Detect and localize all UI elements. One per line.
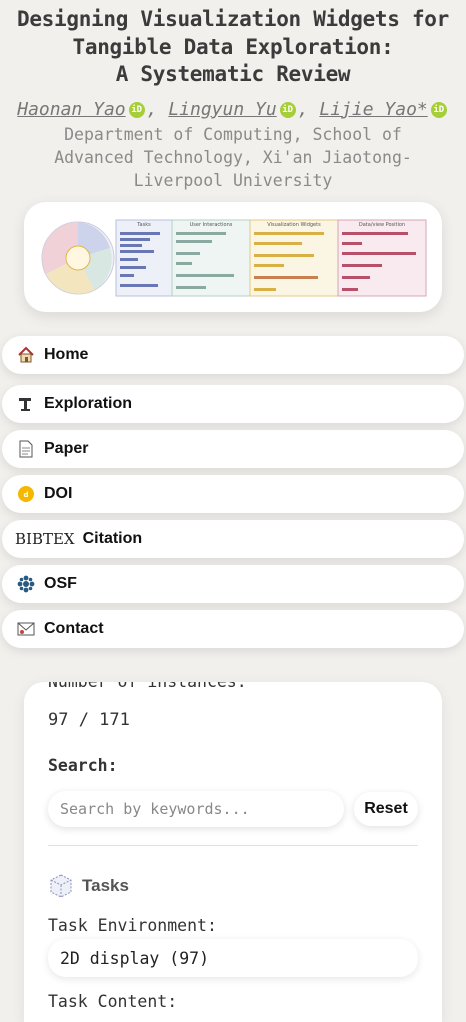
teaser-bar xyxy=(342,276,370,279)
paper-title: Designing Visualization Widgets for Tang… xyxy=(0,6,466,89)
teaser-bar xyxy=(342,232,408,235)
teaser-figure: Tasks User Interactions Visualization Wi… xyxy=(41,219,427,297)
teaser-center xyxy=(65,245,91,271)
affiliation-line-2: Advanced Technology, Xi'an Jiaotong- xyxy=(54,147,412,167)
tasks-section-title: Tasks xyxy=(48,873,129,899)
teaser-bar xyxy=(254,254,314,257)
instances-label: Number of instances: xyxy=(48,682,247,691)
section-divider xyxy=(48,845,418,846)
teaser-bar xyxy=(342,252,416,255)
title-line-1: Designing Visualization Widgets for xyxy=(16,7,449,31)
teaser-col-widgets xyxy=(249,219,339,297)
author-link-lijie-yao[interactable]: Lijie Yao* xyxy=(319,99,427,120)
nav-item-label: Exploration xyxy=(44,395,133,412)
orcid-icon[interactable]: iD xyxy=(279,101,296,118)
teaser-bar xyxy=(176,286,206,289)
osf-icon xyxy=(15,573,37,595)
teaser-bar xyxy=(254,276,318,279)
teaser-col-position xyxy=(337,219,427,297)
teaser-bar xyxy=(254,242,302,245)
teaser-col-label: User Interactions xyxy=(190,222,233,228)
affiliation-line-3: Liverpool University xyxy=(133,170,333,190)
nav-item-doi[interactable]: d DOI xyxy=(2,475,464,513)
instances-count: 97 / 171 xyxy=(48,710,130,730)
tasks-title-text: Tasks xyxy=(82,876,129,895)
cube-icon xyxy=(48,873,74,899)
nav-item-label: OSF xyxy=(44,575,77,592)
teaser-bar xyxy=(120,250,154,253)
search-label: Search: xyxy=(48,756,118,775)
teaser-figure-card[interactable]: Tasks User Interactions Visualization Wi… xyxy=(24,202,442,312)
teaser-bar xyxy=(254,264,284,267)
teaser-bar xyxy=(120,244,142,247)
affiliation-line-1: Department of Computing, School of xyxy=(64,124,402,144)
microscope-icon xyxy=(15,393,37,415)
teaser-bar xyxy=(176,252,200,255)
document-icon xyxy=(15,438,37,460)
author-separator: , xyxy=(297,98,309,120)
teaser-col-label: Data/view Position xyxy=(359,222,405,228)
title-line-3: A Systematic Review xyxy=(115,62,351,86)
teaser-bar xyxy=(176,262,192,265)
teaser-bar xyxy=(120,266,146,269)
task-environment-label: Task Environment: xyxy=(48,916,217,935)
teaser-bar xyxy=(120,284,158,287)
bibtex-icon: BIBTEX xyxy=(15,530,75,548)
nav-item-paper[interactable]: Paper xyxy=(2,430,464,468)
nav-item-label: Citation xyxy=(82,530,143,547)
doi-icon: d xyxy=(15,483,37,505)
nav-item-label: Home xyxy=(44,346,89,363)
teaser-bar xyxy=(176,274,234,277)
mail-icon xyxy=(15,618,37,640)
nav-item-home[interactable]: Home xyxy=(2,336,464,374)
teaser-bar xyxy=(176,240,212,243)
teaser-col-label: Visualization Widgets xyxy=(267,222,321,228)
author-separator: , xyxy=(146,98,158,120)
search-input[interactable] xyxy=(48,791,344,827)
exploration-panel: Number of instances: 97 / 171 Search: Re… xyxy=(24,682,442,1022)
teaser-bar xyxy=(254,232,324,235)
nav-item-exploration[interactable]: Exploration xyxy=(2,385,464,423)
orcid-icon[interactable]: iD xyxy=(430,101,447,118)
teaser-bar xyxy=(120,238,150,241)
affiliation: Department of Computing, School of Advan… xyxy=(0,123,466,192)
nav-item-osf[interactable]: OSF xyxy=(2,565,464,603)
teaser-bar xyxy=(120,258,138,261)
house-icon xyxy=(15,344,37,366)
teaser-bar xyxy=(176,232,226,235)
nav-item-label: Contact xyxy=(44,620,104,637)
nav-item-contact[interactable]: Contact xyxy=(2,610,464,648)
teaser-bar xyxy=(342,288,358,291)
reset-button[interactable]: Reset xyxy=(354,792,418,826)
author-link-haonan-yao[interactable]: Haonan Yao xyxy=(17,99,125,120)
teaser-bar xyxy=(342,242,362,245)
teaser-bar xyxy=(254,288,276,291)
author-list: Haonan Yao iD, Lingyun Yu iD, Lijie Yao* iD xyxy=(0,99,466,121)
title-line-2: Tangible Data Exploration: xyxy=(72,34,394,59)
page-header: Designing Visualization Widgets for Tang… xyxy=(0,0,466,192)
teaser-bar xyxy=(120,274,134,277)
teaser-col-interactions xyxy=(171,219,251,297)
task-environment-value: 2D display (97) xyxy=(60,948,210,968)
teaser-bar xyxy=(342,264,382,267)
nav-item-label: DOI xyxy=(44,485,73,502)
orcid-icon[interactable]: iD xyxy=(128,101,145,118)
task-environment-select[interactable]: 2D display (97) xyxy=(48,939,418,977)
svg-text:d: d xyxy=(23,491,28,499)
teaser-col-label: Tasks xyxy=(136,222,151,228)
nav-item-citation[interactable]: BIBTEX Citation xyxy=(2,520,464,558)
task-content-label: Task Content: xyxy=(48,992,178,1011)
teaser-bar xyxy=(120,232,160,235)
author-link-lingyun-yu[interactable]: Lingyun Yu xyxy=(168,99,276,120)
nav-item-label: Paper xyxy=(44,440,89,457)
